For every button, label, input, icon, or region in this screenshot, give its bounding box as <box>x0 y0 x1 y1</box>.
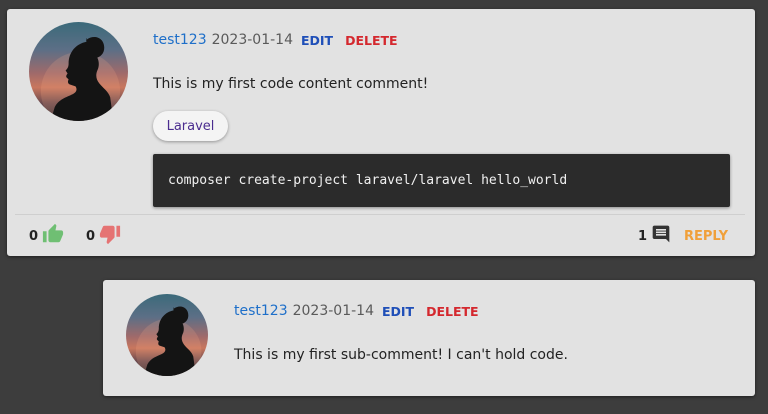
code-block: composer create-project laravel/laravel … <box>153 154 730 207</box>
thumb-down-icon <box>99 223 121 249</box>
username-link[interactable]: test123 <box>153 32 207 48</box>
delete-button[interactable]: DELETE <box>426 304 478 319</box>
dislike-button[interactable]: 0 <box>86 224 121 248</box>
comment-text: This is my first code content comment! <box>153 76 429 92</box>
comment-meta: test123 2023-01-14 EDIT DELETE <box>153 32 398 48</box>
delete-button[interactable]: DELETE <box>345 33 397 48</box>
reply-button[interactable]: REPLY <box>684 224 728 248</box>
thumb-up-icon <box>42 223 64 249</box>
sub-comment-meta: test123 2023-01-14 EDIT DELETE <box>234 303 479 319</box>
sub-comment-card: test123 2023-01-14 EDIT DELETE This is m… <box>103 280 755 396</box>
silhouette-portrait-icon <box>135 306 202 376</box>
comment-date: 2023-01-14 <box>292 303 374 319</box>
sub-comment-text: This is my first sub-comment! I can't ho… <box>234 347 568 363</box>
tag-chip[interactable]: Laravel <box>153 111 228 141</box>
comment-date: 2023-01-14 <box>211 32 293 48</box>
edit-button[interactable]: EDIT <box>382 304 414 319</box>
reply-count-number: 1 <box>638 228 648 244</box>
like-button[interactable]: 0 <box>29 223 64 249</box>
silhouette-portrait-icon <box>40 37 121 121</box>
avatar <box>29 22 128 121</box>
like-count: 0 <box>29 228 39 244</box>
dislike-count: 0 <box>86 228 96 244</box>
comment-card: test123 2023-01-14 EDIT DELETE This is m… <box>7 9 755 256</box>
username-link[interactable]: test123 <box>234 303 288 319</box>
divider <box>15 214 745 215</box>
reply-count: 1 <box>638 224 671 248</box>
avatar <box>126 294 208 376</box>
edit-button[interactable]: EDIT <box>301 33 333 48</box>
comment-icon <box>651 224 671 248</box>
